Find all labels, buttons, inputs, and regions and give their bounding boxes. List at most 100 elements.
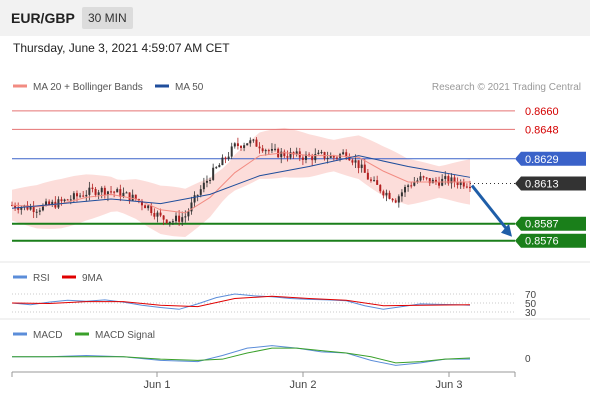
candle-body (66, 199, 69, 201)
candle-body (221, 157, 224, 166)
candle-body (261, 148, 264, 152)
candle-body (230, 146, 233, 157)
candle-body (60, 199, 63, 202)
candle-body (175, 215, 178, 222)
candle-body (103, 187, 106, 196)
candle-body (391, 198, 394, 201)
candle-body (274, 148, 277, 150)
candle-body (425, 177, 428, 179)
candle-body (69, 199, 72, 201)
candle-body (252, 139, 255, 141)
candle-body (162, 215, 165, 220)
candle-body (32, 206, 35, 213)
rsi-legend-label: RSI (33, 273, 50, 284)
candle-body (29, 206, 32, 210)
candle-body (88, 187, 91, 195)
candle-body (75, 193, 78, 197)
level-label: 0.8629 (525, 154, 559, 166)
candle-body (267, 150, 270, 152)
x-tick-label: Jun 1 (144, 379, 171, 391)
candle-body (165, 219, 168, 223)
candle-body (246, 143, 249, 146)
macd-legend-label: MACD Signal (95, 330, 155, 341)
candle-body (469, 186, 471, 189)
macd-legend-label: MACD (33, 330, 62, 341)
rsi-tick: 30 (525, 308, 537, 319)
candle-body (97, 192, 100, 195)
macd-tick: 0 (525, 354, 531, 365)
candle-body (147, 205, 150, 209)
candle-body (199, 189, 202, 195)
candle-body (354, 160, 357, 163)
candle-body (168, 221, 171, 223)
level-label: 0.8660 (525, 106, 559, 118)
candle-body (456, 182, 459, 186)
candle-body (465, 186, 468, 188)
candle-body (422, 176, 425, 178)
candle-body (233, 143, 236, 147)
candle-body (320, 152, 323, 154)
level-label: 0.8587 (525, 219, 559, 231)
candle-body (156, 212, 159, 217)
candle-body (270, 148, 273, 151)
candle-body (131, 194, 134, 201)
candle-body (38, 210, 41, 212)
candle-body (363, 164, 366, 173)
candle-body (311, 156, 314, 161)
candle-body (171, 221, 174, 223)
candle-body (209, 179, 212, 181)
candle-body (150, 205, 153, 214)
candle-body (178, 215, 181, 222)
candle-body (243, 145, 246, 148)
candle-body (360, 164, 363, 169)
candle-body (100, 187, 103, 193)
level-label: 0.8648 (525, 124, 559, 136)
candle-body (264, 150, 267, 152)
candle-body (72, 193, 75, 200)
rsi-ma-line (11, 295, 471, 308)
candle-body (227, 156, 230, 160)
candle-body (94, 188, 97, 195)
candle-body (410, 185, 413, 187)
candle-body (400, 192, 403, 197)
legend-label: MA 20 + Bollinger Bands (33, 82, 143, 93)
candle-body (91, 187, 94, 189)
level-label: 0.8613 (525, 179, 559, 191)
level-label: 0.8576 (525, 236, 559, 248)
candle-body (187, 211, 190, 217)
candle-body (85, 194, 88, 197)
candle-body (388, 192, 391, 199)
candle-body (397, 196, 400, 203)
chart-area: MA 20 + Bollinger Bands MA 50 Research © 2… (0, 82, 590, 391)
candle-body (314, 154, 317, 161)
candle-body (419, 176, 422, 181)
credit-text: Research © 2021 Trading Central (432, 82, 581, 93)
candle-body (159, 212, 162, 216)
candle-body (255, 139, 258, 147)
candle-body (224, 157, 227, 160)
candle-body (407, 185, 410, 187)
candle-body (286, 156, 289, 158)
candle-body (394, 200, 397, 203)
candle-body (366, 172, 369, 180)
x-tick-label: Jun 3 (436, 379, 463, 391)
candle-body (196, 194, 199, 196)
candle-body (369, 179, 372, 181)
candle-body (317, 152, 320, 155)
candle-body (444, 176, 447, 179)
candle-body (434, 179, 437, 182)
candle-body (35, 211, 38, 213)
candle-body (113, 191, 116, 193)
candle-body (144, 205, 147, 209)
candle-body (125, 192, 128, 194)
candle-body (184, 216, 187, 218)
candle-body (404, 186, 407, 193)
candle-body (357, 160, 360, 169)
rsi-legend-label: 9MA (82, 273, 103, 284)
candle-body (301, 157, 304, 160)
candle-body (181, 217, 184, 222)
candle-body (212, 167, 215, 180)
candle-body (413, 182, 416, 186)
candle-body (335, 157, 338, 159)
candle-body (63, 199, 66, 202)
